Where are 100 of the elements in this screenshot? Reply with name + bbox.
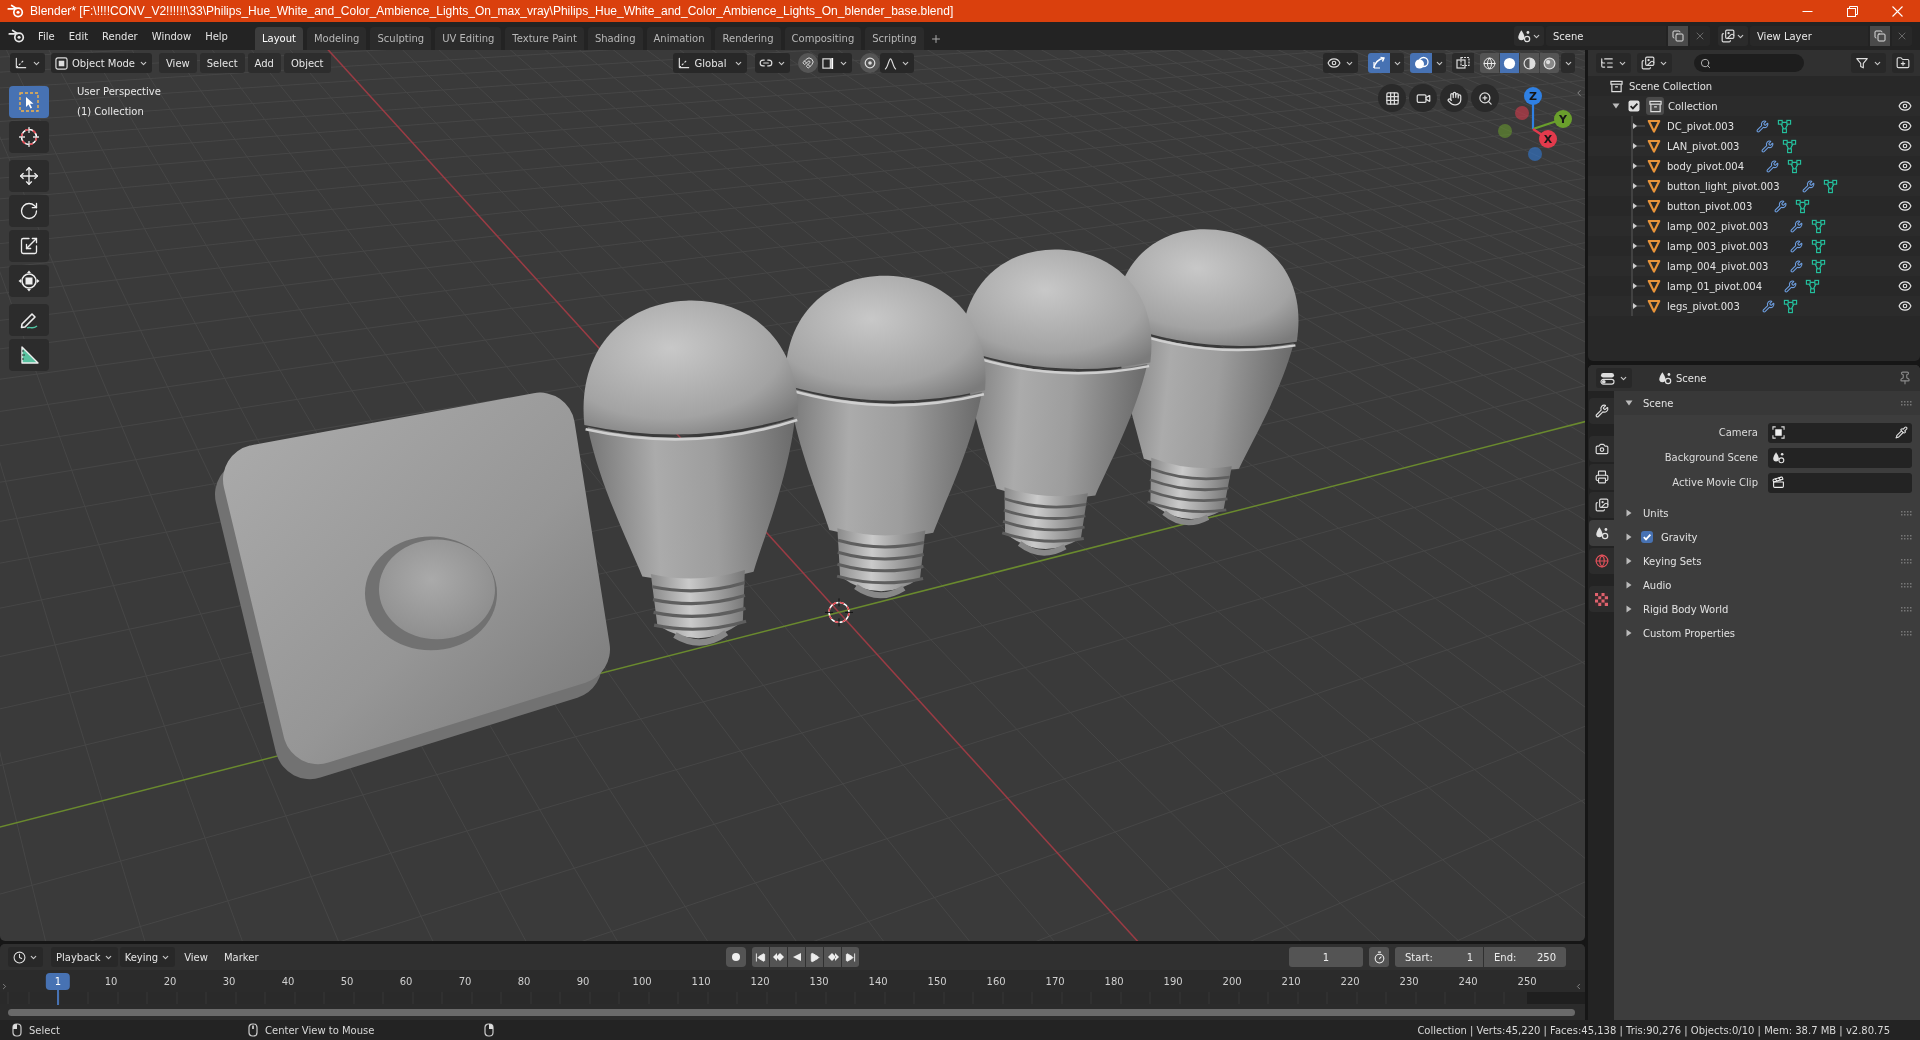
menu-button[interactable]: View	[177, 947, 215, 967]
shading-button[interactable]	[1480, 53, 1499, 73]
properties-tab[interactable]	[1589, 492, 1614, 518]
chevron-left-icon[interactable]	[1574, 982, 1583, 991]
workspace-tab[interactable]: Layout	[254, 27, 303, 50]
menu-item[interactable]: Edit	[61, 25, 96, 47]
mode-dropdown[interactable]: Object Mode	[51, 53, 152, 73]
workspace-tab[interactable]: Animation	[646, 27, 712, 50]
pivot-dropdown[interactable]	[754, 53, 790, 73]
drag-handle-icon[interactable]	[1901, 582, 1912, 588]
collapsed-arrow-icon[interactable]	[1631, 296, 1647, 316]
shading-button[interactable]	[1500, 53, 1519, 73]
snap-toggle[interactable]	[797, 53, 818, 73]
visibility-toggle[interactable]	[1898, 219, 1912, 233]
xray-toggle[interactable]	[1452, 53, 1474, 73]
expanded-arrow-icon[interactable]	[1612, 102, 1620, 110]
play-button[interactable]	[806, 947, 823, 967]
perspective-toggle-button[interactable]	[1378, 84, 1406, 112]
menu-button[interactable]: Select	[199, 53, 245, 73]
jump-start-button[interactable]	[752, 947, 769, 967]
properties-tab[interactable]	[1589, 398, 1614, 424]
record-button[interactable]	[726, 947, 746, 967]
tool-button[interactable]	[9, 304, 49, 336]
negative-axis-handle[interactable]	[1515, 106, 1529, 120]
workspace-tab[interactable]: Texture Paint	[505, 27, 584, 50]
drag-handle-icon[interactable]	[1901, 630, 1912, 636]
pan-view-button[interactable]	[1440, 84, 1468, 112]
object-field[interactable]	[1768, 422, 1912, 443]
scrollbar[interactable]	[8, 1008, 1575, 1016]
outliner-item[interactable]: legs_pivot.003	[1667, 300, 1740, 312]
outliner-item[interactable]: lamp_002_pivot.003	[1667, 220, 1769, 232]
menu-item[interactable]: Render	[95, 25, 145, 47]
delete-view-layer-button[interactable]	[1892, 26, 1912, 46]
drag-handle-icon[interactable]	[1901, 400, 1912, 406]
visibility-toggle[interactable]	[1898, 279, 1912, 293]
search-field[interactable]	[1694, 54, 1804, 72]
collapsed-arrow-icon[interactable]	[1631, 216, 1647, 236]
menu-item[interactable]: File	[31, 25, 62, 47]
chevron-left-icon[interactable]	[1574, 88, 1584, 98]
auto-keying-button[interactable]	[1369, 947, 1389, 967]
tool-button[interactable]	[9, 160, 49, 192]
options-dropdown[interactable]	[1390, 53, 1404, 73]
drag-handle-icon[interactable]	[1901, 606, 1912, 612]
snap-element-dropdown[interactable]	[817, 53, 852, 73]
workspace-tab[interactable]: Shading	[587, 27, 643, 50]
visibility-toggle[interactable]	[1898, 179, 1912, 193]
panel-header[interactable]: Scene	[1614, 391, 1920, 415]
collapsed-arrow-icon[interactable]	[1631, 136, 1647, 156]
tool-button[interactable]	[9, 121, 49, 153]
visibility-toggle[interactable]	[1898, 119, 1912, 133]
gizmo-toggle[interactable]	[1368, 53, 1390, 73]
collapsed-arrow-icon[interactable]	[1625, 533, 1633, 541]
menu-item[interactable]: Help	[198, 25, 235, 47]
editor-type-button[interactable]	[1596, 53, 1631, 73]
visibility-toggle[interactable]	[1898, 259, 1912, 273]
menu-dropdown[interactable]: Playback	[51, 947, 118, 967]
axis-handle[interactable]: Z	[1524, 87, 1542, 129]
outliner-item[interactable]: lamp_004_pivot.003	[1667, 260, 1769, 272]
overlay-toggle[interactable]	[1410, 53, 1432, 73]
new-collection-button[interactable]	[1892, 53, 1914, 73]
visibility-dropdown[interactable]	[1323, 53, 1358, 73]
orientation-dropdown[interactable]: Global	[672, 53, 747, 73]
visibility-toggle[interactable]	[1898, 299, 1912, 313]
falloff-dropdown[interactable]	[879, 53, 914, 73]
menu-item[interactable]: Window	[144, 25, 199, 47]
chevron-right-icon[interactable]	[0, 982, 9, 991]
delete-scene-button[interactable]	[1690, 26, 1710, 46]
jump-end-button[interactable]	[842, 947, 859, 967]
editor-type-button[interactable]	[8, 947, 43, 967]
collapsed-arrow-icon[interactable]	[1631, 236, 1647, 256]
properties-tab[interactable]	[1589, 436, 1614, 462]
tool-button[interactable]	[9, 265, 49, 297]
workspace-tab[interactable]: UV Editing	[435, 27, 502, 50]
negative-axis-handle[interactable]	[1498, 124, 1512, 138]
drag-handle-icon[interactable]	[1901, 534, 1912, 540]
visibility-toggle[interactable]	[1898, 159, 1912, 173]
current-frame-marker[interactable]: 1	[45, 973, 71, 990]
outliner-item[interactable]: body_pivot.004	[1667, 160, 1745, 172]
negative-axis-handle[interactable]	[1528, 147, 1542, 161]
collapsed-arrow-icon[interactable]	[1631, 276, 1647, 296]
zoom-view-button[interactable]	[1471, 84, 1499, 112]
collapsed-arrow-icon[interactable]	[1631, 196, 1647, 216]
duplicate-scene-button[interactable]	[1668, 26, 1688, 46]
shading-button[interactable]	[1540, 53, 1559, 73]
next-keyframe-button[interactable]	[824, 947, 841, 967]
tool-button[interactable]	[9, 339, 49, 371]
collapsed-arrow-icon[interactable]	[1625, 557, 1633, 565]
collapsed-arrow-icon[interactable]	[1631, 156, 1647, 176]
view-layer-field[interactable]: View Layer	[1750, 26, 1868, 46]
end-frame-field[interactable]: End: 250	[1484, 947, 1566, 967]
outliner-item[interactable]: Scene Collection	[1629, 80, 1713, 92]
editor-type-button[interactable]	[1596, 368, 1632, 388]
duplicate-view-layer-button[interactable]	[1870, 26, 1890, 46]
collapsed-arrow-icon[interactable]	[1625, 605, 1633, 613]
start-frame-field[interactable]: Start: 1	[1395, 947, 1483, 967]
visibility-toggle[interactable]	[1898, 99, 1912, 113]
menu-button[interactable]: Marker	[216, 947, 266, 967]
outliner-item[interactable]: lamp_01_pivot.004	[1667, 280, 1763, 292]
view-layer-browse-button[interactable]	[1718, 26, 1748, 46]
menu-dropdown[interactable]: Keying	[119, 947, 176, 967]
